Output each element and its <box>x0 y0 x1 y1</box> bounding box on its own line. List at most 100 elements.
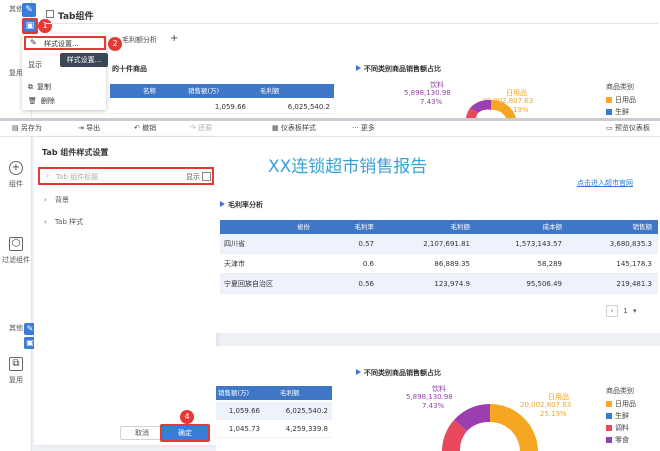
copy-label: 复制 <box>37 83 51 91</box>
cancel-label: 取消 <box>135 429 149 437</box>
more-icon: ··· <box>352 124 361 132</box>
legend-swatch <box>606 97 612 103</box>
margin-section-title: 毛利率分析 <box>220 200 263 210</box>
donut-slice-yellow <box>490 404 538 451</box>
legend-item: 调料 <box>606 423 636 433</box>
legend-item: 零食 <box>606 435 636 445</box>
table-row: 宁夏回族自治区 0.56 123,974.9 95,506.49 219,481… <box>220 274 658 294</box>
sales-cell: 1,059.66 <box>214 103 246 111</box>
tab-style-section[interactable]: › Tab 样式 <box>44 217 83 227</box>
current-page: 1 <box>623 307 628 315</box>
legend-item: 生鲜 <box>606 107 636 117</box>
top-donut-chart <box>466 99 516 118</box>
tab-icon-small <box>46 10 54 18</box>
sidebar-copy[interactable]: ⧉ 复用 <box>0 357 32 385</box>
copy-menu-item[interactable]: ⧉ 复制 <box>28 80 51 94</box>
confirm-button[interactable]: 确定 <box>160 424 210 442</box>
legend-swatch <box>606 425 612 431</box>
sidebar-copy-label: 复用 <box>9 69 23 77</box>
profit-cell: 123,974.9 <box>434 280 470 288</box>
province-cell: 宁夏回族自治区 <box>224 280 273 288</box>
table-row: 四川省 0.57 2,107,691.81 1,573,143.57 3,680… <box>220 234 658 254</box>
show-label: 显示 <box>186 173 200 181</box>
margin-table-header: 省份 毛利率 毛利额 成本额 销售额 <box>220 220 658 234</box>
website-link[interactable]: 点击进入超市官网 <box>577 178 633 188</box>
undo-button[interactable]: ↶ 撤销 <box>134 121 156 135</box>
chevron-right-icon: › <box>44 196 47 204</box>
preview-icon: ▭ <box>606 124 615 132</box>
top-table-header: 名称 销售额(万) 毛利额 <box>110 84 334 98</box>
cancel-button[interactable]: 取消 <box>120 426 164 440</box>
report-title: XX连锁超市销售报告 <box>268 157 428 177</box>
page-select-chevron-icon[interactable]: ▾ <box>633 307 637 315</box>
table-row: 天津市 0.6 86,889.35 58,289 145,178.3 <box>220 254 658 274</box>
sidebar-filter[interactable]: ⬡ 过滤组件 <box>0 237 32 265</box>
chevron-right-icon: › <box>44 218 47 226</box>
col-sales: 销售额(万) <box>218 389 250 397</box>
profit-cell: 6,025,540.2 <box>285 407 328 415</box>
trash-icon: 🗑 <box>28 97 37 105</box>
legend-label: 零食 <box>615 436 629 444</box>
preview-button[interactable]: ▭ 预览仪表板 <box>606 121 650 135</box>
preview-label: 预览仪表板 <box>614 124 650 132</box>
tab-item[interactable]: 毛利额分析 <box>122 35 157 45</box>
province-cell: 天津市 <box>224 260 245 268</box>
col-cost: 成本额 <box>542 223 563 231</box>
col-profit: 毛利额 <box>450 223 471 231</box>
sidebar-component-label: 组件 <box>9 180 23 188</box>
chevron-right-icon[interactable]: › <box>46 171 49 180</box>
title-marker-icon <box>220 201 225 207</box>
palette-icon: ▦ <box>272 124 281 132</box>
sidebar-component[interactable]: + 组件 <box>0 161 32 189</box>
top-pie-title: 不同类别商品销售额占比 <box>356 64 441 74</box>
profit-cell: 6,025,540.2 <box>287 103 330 111</box>
redo-button[interactable]: ↷ 还原 <box>190 121 212 135</box>
dashboard-style-label: 仪表板样式 <box>280 124 316 132</box>
more-button[interactable]: ··· 更多 <box>352 121 375 135</box>
legend-label: 生鲜 <box>615 108 629 116</box>
show-checkbox[interactable] <box>202 172 211 181</box>
background-section[interactable]: › 背景 <box>44 195 69 205</box>
badge-4: 4 <box>180 410 194 424</box>
delete-menu-item[interactable]: 🗑 删除 <box>28 94 55 108</box>
tab-title-row: › Tab 组件标题 显示 <box>38 167 214 185</box>
save-as-button[interactable]: ▤ 另存为 <box>12 121 42 135</box>
cube-icon: ⬡ <box>9 237 23 251</box>
dashboard-style-button[interactable]: ▦ 仪表板样式 <box>272 121 316 135</box>
pencil-icon: ✎ <box>30 38 37 47</box>
plus-circle-icon: + <box>9 161 23 175</box>
cost-cell: 58,289 <box>537 260 563 268</box>
add-tab-button[interactable]: + <box>170 33 178 44</box>
export-button[interactable]: ⇥ 导出 <box>78 121 100 135</box>
legend-title: 商品类别 <box>606 387 634 395</box>
export-label: 导出 <box>86 124 101 132</box>
edit-pencil-button[interactable]: ✎ <box>22 3 36 17</box>
legend-title: 商品类别 <box>606 83 634 91</box>
pencil-icon: ✎ <box>25 5 33 15</box>
sales-cell: 145,178.3 <box>616 260 652 268</box>
top-table-row: 1,059.66 6,025,540.2 <box>110 100 334 114</box>
profit-cell: 86,889.35 <box>434 260 470 268</box>
legend-label: 生鲜 <box>615 412 629 420</box>
tab-strip: 毛利额分析 + <box>106 33 306 48</box>
table-row: 1,045.73 4,259,339.8 <box>216 420 332 438</box>
title-marker-icon <box>356 65 361 71</box>
profit-cell: 4,259,339.8 <box>285 425 328 433</box>
pencil-icon: ✎ <box>26 324 34 333</box>
sales-cell: 1,059.66 <box>228 407 260 415</box>
cost-cell: 95,506.49 <box>526 280 562 288</box>
sidebar-other-label: 其他 <box>9 5 23 13</box>
col-rate: 毛利率 <box>354 223 375 231</box>
tooltip-text: 样式设置... <box>66 56 102 64</box>
show-menu-item[interactable]: 显示 <box>28 58 42 72</box>
sidebar-other-label: 其他 <box>9 324 23 332</box>
redo-label: 还原 <box>198 124 213 132</box>
more-label: 更多 <box>360 124 375 132</box>
bottom-pie-title: 不同类别商品销售额占比 <box>356 368 441 378</box>
tab-component-icon-button[interactable]: ▣ <box>22 18 38 34</box>
undo-icon: ↶ <box>134 124 143 132</box>
style-settings-menu-item[interactable]: ✎ 样式设置... <box>24 36 106 50</box>
col-profit: 毛利额 <box>280 389 300 397</box>
bottom-pie-title-text: 不同类别商品销售额占比 <box>364 369 441 377</box>
prev-page-button[interactable]: ‹ <box>606 305 618 317</box>
